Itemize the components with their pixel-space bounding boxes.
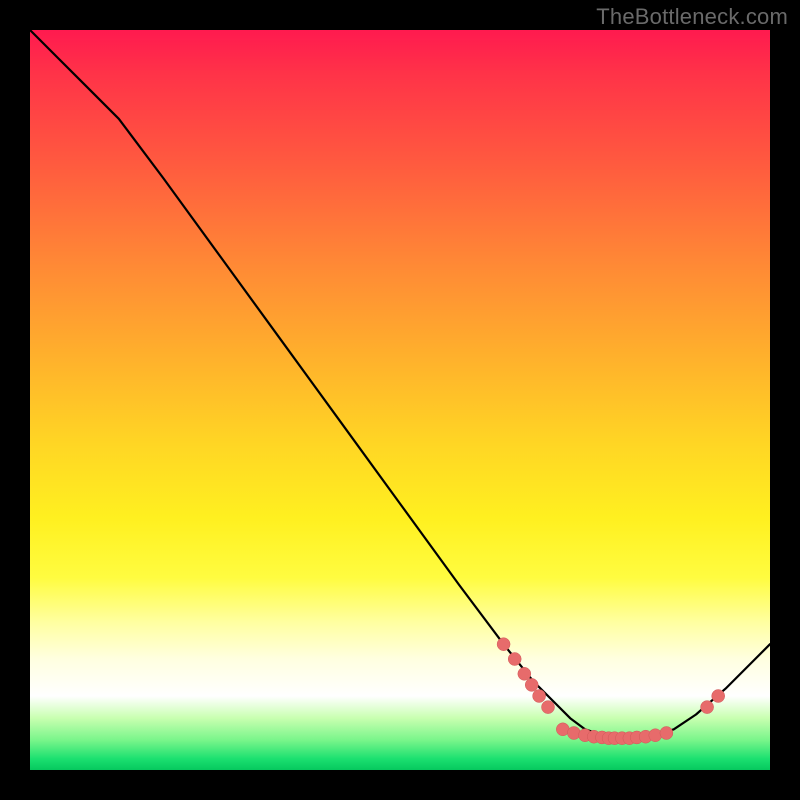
data-dot — [542, 701, 555, 714]
data-dot — [508, 653, 521, 666]
data-dot — [525, 678, 538, 691]
data-dots — [497, 638, 725, 745]
data-dot — [712, 690, 725, 703]
data-dot — [497, 638, 510, 651]
data-dot — [518, 667, 531, 680]
data-dot — [701, 701, 714, 714]
data-dot — [567, 727, 580, 740]
watermark-text: TheBottleneck.com — [596, 4, 788, 30]
chart-svg — [30, 30, 770, 770]
chart-frame: TheBottleneck.com — [0, 0, 800, 800]
data-dot — [533, 690, 546, 703]
bottleneck-curve — [30, 30, 770, 739]
data-dot — [649, 729, 662, 742]
plot-area — [30, 30, 770, 770]
data-dot — [660, 727, 673, 740]
